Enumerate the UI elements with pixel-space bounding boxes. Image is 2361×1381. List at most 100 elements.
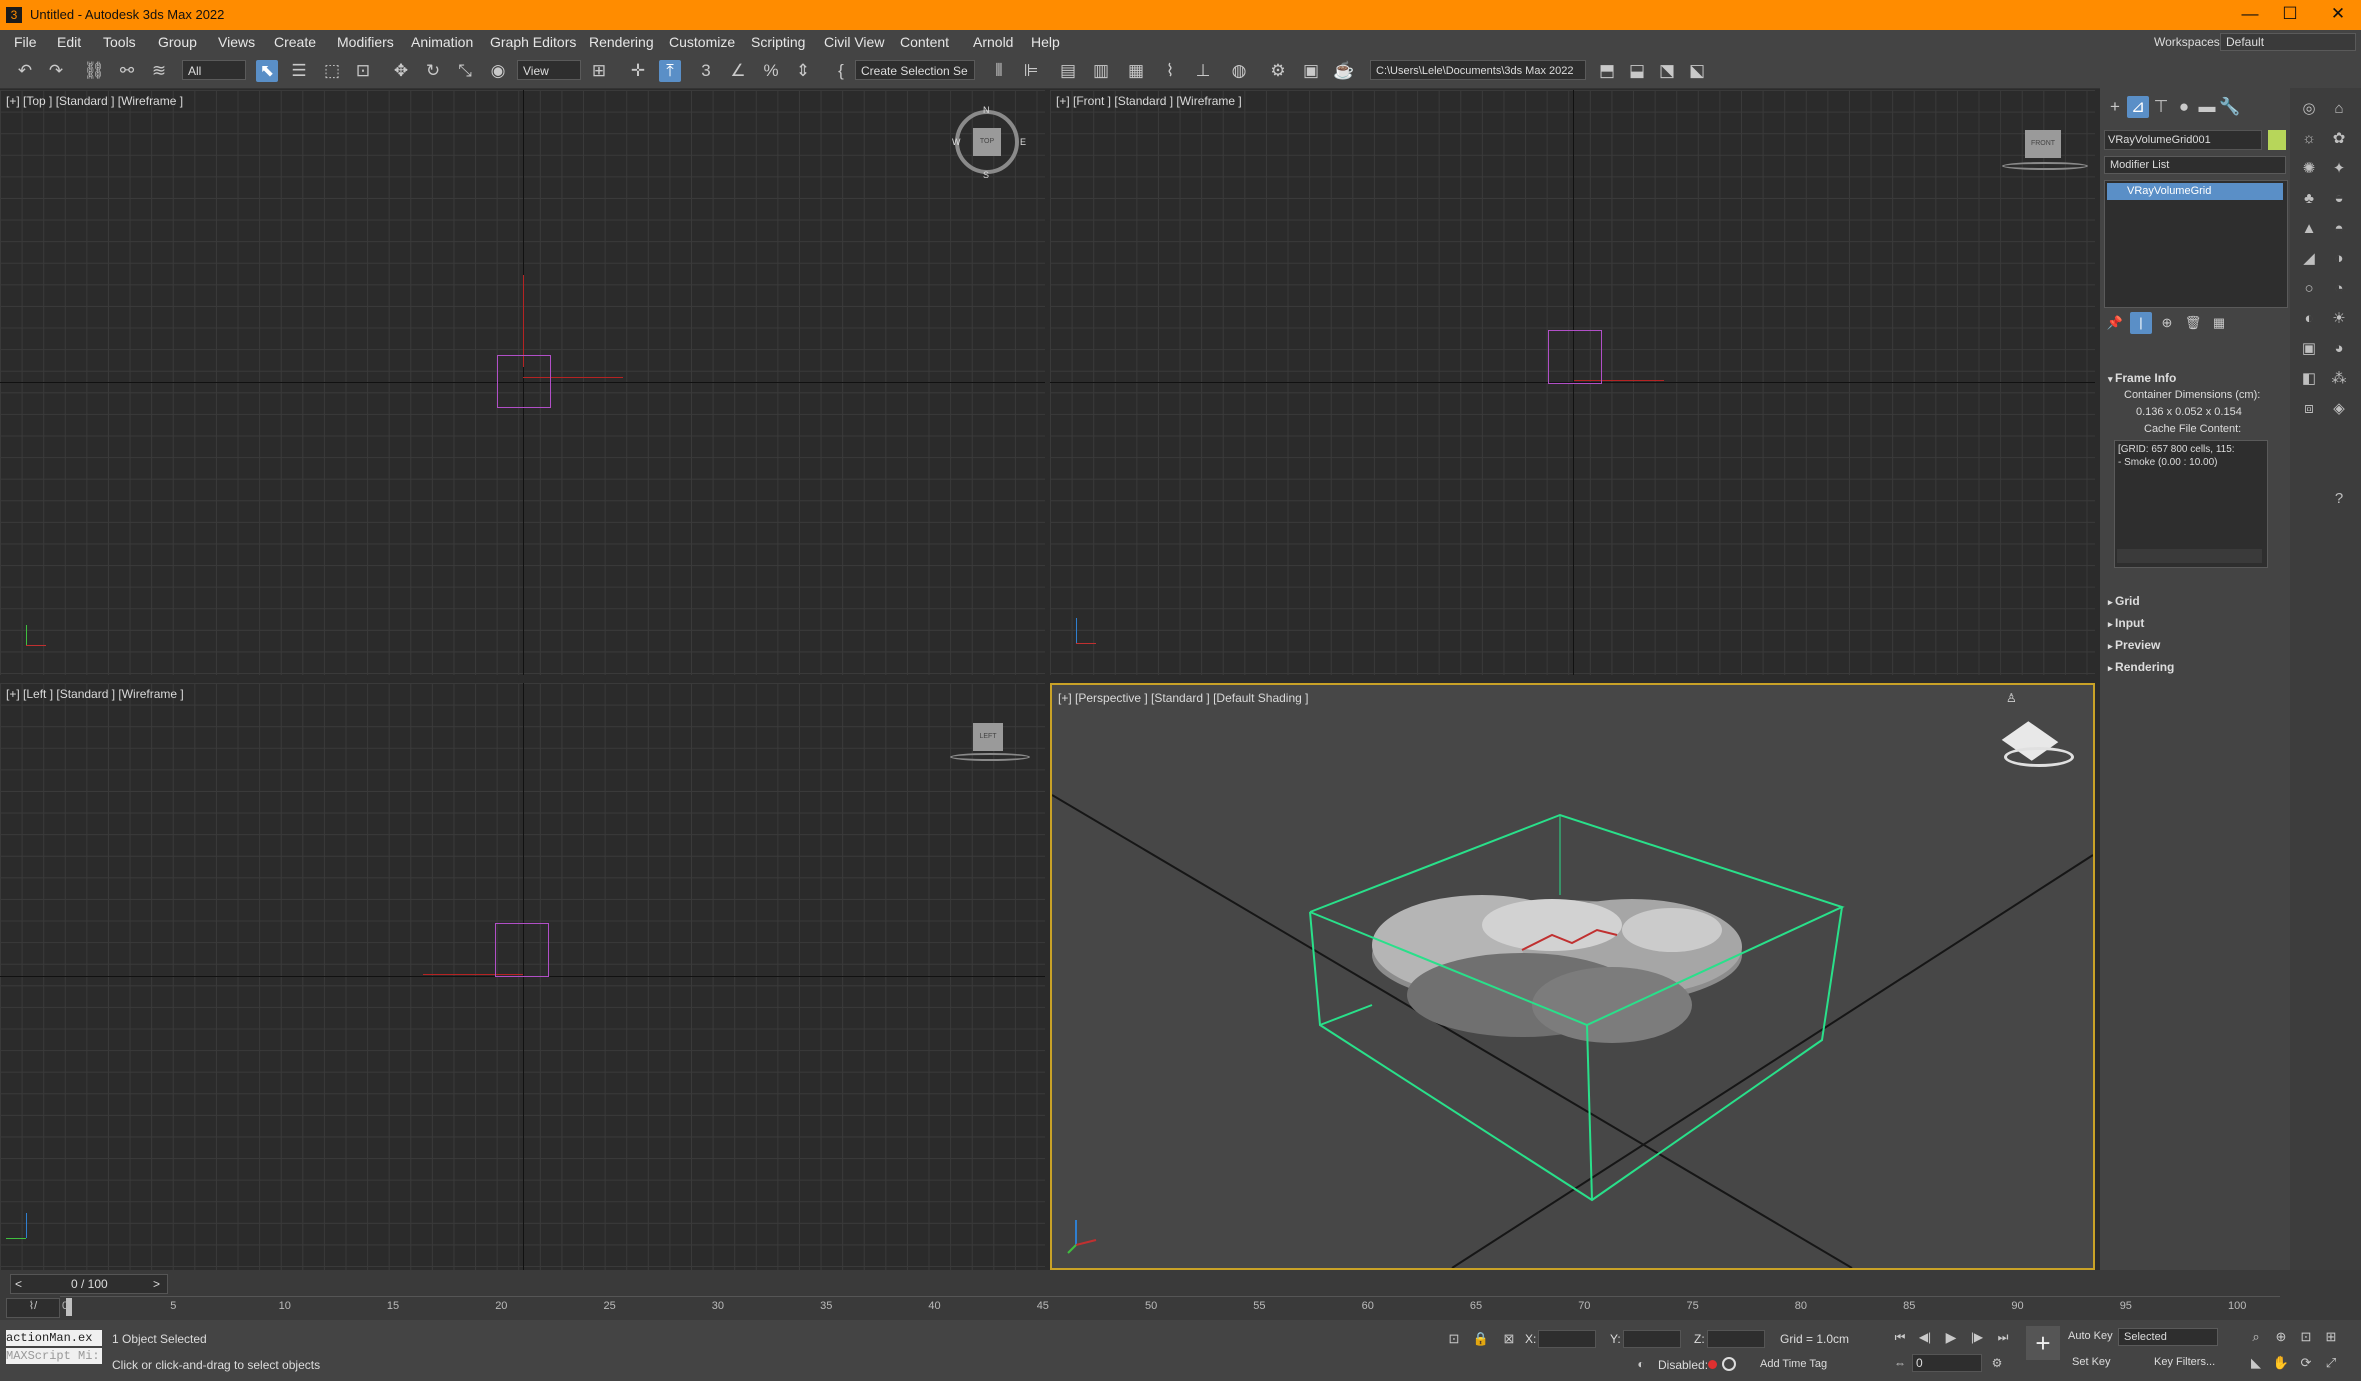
- modify-tab-icon[interactable]: ⊿: [2127, 96, 2149, 118]
- layer-explorer-icon[interactable]: ▥: [1090, 60, 1112, 82]
- add-time-tag[interactable]: Add Time Tag: [1760, 1358, 1827, 1370]
- menu-graph-editors[interactable]: Graph Editors: [490, 34, 576, 50]
- scale-icon[interactable]: ⤡: [454, 60, 476, 82]
- orbit-icon[interactable]: ⟳: [2295, 1352, 2317, 1374]
- selected-set-dropdown[interactable]: Selected: [2118, 1328, 2218, 1346]
- vray-frame-buffer-icon[interactable]: ⌂: [2328, 98, 2350, 120]
- placement-icon[interactable]: ◉: [487, 60, 509, 82]
- named-selection-sets-dropdown[interactable]: Create Selection Se: [855, 60, 975, 80]
- set-key-icon[interactable]: +: [2026, 1326, 2060, 1360]
- viewport-top[interactable]: [+] [Top ] [Standard ] [Wireframe ] TOP …: [0, 90, 1045, 675]
- go-to-start-icon[interactable]: ⏮: [1889, 1326, 1911, 1348]
- configure-sets-icon[interactable]: ▦: [2208, 312, 2230, 334]
- stack-item-vrayvolumegrid[interactable]: VRayVolumeGrid: [2107, 183, 2283, 200]
- vray-fur-icon[interactable]: ♣: [2298, 188, 2320, 210]
- select-manipulate-icon[interactable]: ✛: [627, 60, 649, 82]
- vray-mesh-icon[interactable]: ◧: [2298, 368, 2320, 390]
- menu-scripting[interactable]: Scripting: [751, 34, 805, 50]
- viewport-label-front[interactable]: [+] [Front ] [Standard ] [Wireframe ]: [1056, 94, 1242, 108]
- hierarchy-tab-icon[interactable]: ⊤: [2150, 96, 2172, 118]
- close-button[interactable]: ✕: [2318, 4, 2358, 24]
- select-object-icon[interactable]: ⬉: [256, 60, 278, 82]
- menu-civil-view[interactable]: Civil View: [824, 34, 884, 50]
- show-end-result-icon[interactable]: |: [2130, 312, 2152, 334]
- viewcube-front-face[interactable]: FRONT: [2025, 130, 2061, 158]
- modifier-list-dropdown[interactable]: Modifier List: [2104, 156, 2286, 174]
- align-icon[interactable]: ⊫: [1020, 60, 1042, 82]
- make-unique-icon[interactable]: ⊕: [2156, 312, 2178, 334]
- vray-sun-icon[interactable]: ✺: [2298, 158, 2320, 180]
- volume-grid-object[interactable]: [495, 923, 549, 977]
- absolute-mode-icon[interactable]: ⊠: [1498, 1328, 1520, 1350]
- workspaces-dropdown[interactable]: Default: [2220, 33, 2356, 51]
- menu-file[interactable]: File: [14, 34, 37, 50]
- mirror-icon[interactable]: ⫴: [988, 60, 1010, 82]
- menu-rendering[interactable]: Rendering: [589, 34, 654, 50]
- field-of-view-icon[interactable]: ◣: [2245, 1352, 2267, 1374]
- time-slider-prev[interactable]: <: [15, 1277, 22, 1291]
- vray-volume-icon[interactable]: ◐: [2298, 308, 2320, 330]
- vray-scatter-icon[interactable]: ⁂: [2328, 368, 2350, 390]
- reference-coord-dropdown[interactable]: View: [517, 60, 581, 80]
- cache-file-content-box[interactable]: [GRID: 657 800 cells, 115: - Smoke (0.00…: [2114, 440, 2268, 568]
- vray-camera-icon[interactable]: ◎: [2298, 98, 2320, 120]
- menu-views[interactable]: Views: [218, 34, 255, 50]
- vray-ambient-icon[interactable]: ◕: [2328, 338, 2350, 360]
- zoom-extents-all-icon[interactable]: ⊞: [2320, 1326, 2342, 1348]
- menu-create[interactable]: Create: [274, 34, 316, 50]
- zoom-icon[interactable]: ⌕: [2245, 1326, 2267, 1348]
- viewcube-ring[interactable]: TOP: [955, 110, 1019, 174]
- maxscript-mini-listener[interactable]: MAXScript Mi:: [6, 1348, 102, 1364]
- redo-icon[interactable]: ↷: [45, 60, 67, 82]
- vray-grid-icon[interactable]: ▣: [2298, 338, 2320, 360]
- previous-frame-icon[interactable]: ◀|: [1914, 1326, 1936, 1348]
- rendered-frame-window-icon[interactable]: ▣: [1300, 60, 1322, 82]
- viewcube-left-face[interactable]: LEFT: [973, 723, 1003, 751]
- viewport-label-left[interactable]: [+] [Left ] [Standard ] [Wireframe ]: [6, 687, 184, 701]
- menu-content[interactable]: Content: [900, 34, 949, 50]
- set-key-button[interactable]: Set Key: [2072, 1356, 2111, 1368]
- link-icon[interactable]: ⛓: [83, 60, 105, 82]
- vray-render-icon[interactable]: ✿: [2328, 128, 2350, 150]
- undo-icon[interactable]: ↶: [14, 60, 36, 82]
- lock-icon[interactable]: ♙: [2006, 691, 2017, 705]
- set-project-icon[interactable]: ⬕: [1686, 60, 1708, 82]
- viewport-label-top[interactable]: [+] [Top ] [Standard ] [Wireframe ]: [6, 94, 183, 108]
- spinner-snap-icon[interactable]: ⇕: [792, 60, 814, 82]
- vray-sphere-icon[interactable]: ○: [2298, 278, 2320, 300]
- open-explorer-icon[interactable]: ⬒: [1596, 60, 1618, 82]
- rollout-grid[interactable]: ▸ Grid: [2108, 594, 2140, 608]
- play-icon[interactable]: ▶: [1940, 1326, 1962, 1348]
- create-tab-icon[interactable]: +: [2104, 96, 2126, 118]
- track-bar[interactable]: ⌇/ 0 5 10 15 20 25 30 35 40 45 50 55 60 65 70 75 80 85 90 9…: [0, 1296, 2361, 1320]
- vray-clipper-icon[interactable]: ◈: [2328, 398, 2350, 420]
- z-coordinate-field[interactable]: [1707, 1330, 1765, 1348]
- zoom-extents-icon[interactable]: ⊡: [2295, 1326, 2317, 1348]
- unlink-icon[interactable]: ⚯: [116, 60, 138, 82]
- viewport-front[interactable]: [+] [Front ] [Standard ] [Wireframe ] FR…: [1050, 90, 2095, 675]
- open-mini-curve-editor-icon[interactable]: ⌇/: [6, 1298, 60, 1318]
- viewcube-top-face[interactable]: TOP: [973, 128, 1001, 156]
- percent-snap-icon[interactable]: %: [760, 60, 782, 82]
- vray-proxy-icon[interactable]: ▲: [2298, 218, 2320, 240]
- vray-dome-icon[interactable]: ◓: [2328, 218, 2350, 240]
- toggle-ribbon-icon[interactable]: ▦: [1125, 60, 1147, 82]
- schematic-view-icon[interactable]: ⊥: [1192, 60, 1214, 82]
- selection-lock-icon[interactable]: 🔒: [1470, 1328, 1492, 1350]
- snaps-toggle-icon[interactable]: 3: [695, 60, 717, 82]
- viewport-perspective[interactable]: [+] [Perspective ] [Standard ] [Default …: [1050, 683, 2095, 1270]
- vray-decal-icon[interactable]: ⧈: [2298, 398, 2320, 420]
- material-editor-icon[interactable]: ◍: [1228, 60, 1250, 82]
- rollout-input[interactable]: ▸ Input: [2108, 616, 2144, 630]
- scene-explorer-icon[interactable]: ▤: [1057, 60, 1079, 82]
- auto-key-button[interactable]: Auto Key: [2068, 1330, 2113, 1342]
- menu-modifiers[interactable]: Modifiers: [337, 34, 394, 50]
- project-icon[interactable]: ⬔: [1656, 60, 1678, 82]
- script-listener-output[interactable]: actionMan.ex: [6, 1330, 102, 1346]
- volume-grid-object[interactable]: [1548, 330, 1602, 384]
- vray-sun-light-icon[interactable]: ☀: [2328, 308, 2350, 330]
- asset-tracking-icon[interactable]: ⬓: [1626, 60, 1648, 82]
- viewport-left[interactable]: [+] [Left ] [Standard ] [Wireframe ] LEF…: [0, 683, 1045, 1270]
- horizontal-scrollbar[interactable]: [2117, 549, 2262, 563]
- vray-sky-icon[interactable]: ◔: [2328, 278, 2350, 300]
